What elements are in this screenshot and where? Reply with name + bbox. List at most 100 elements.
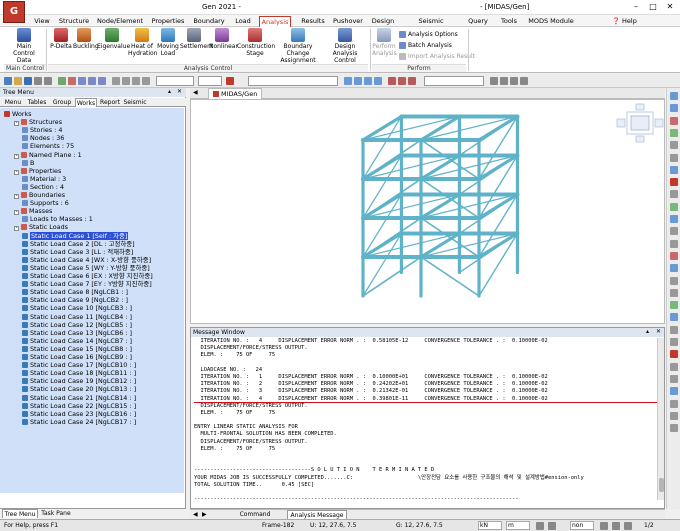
load-case-item[interactable]: Static Load Case 13 [NgLCB6 : ] bbox=[22, 329, 132, 337]
frame-member[interactable] bbox=[361, 192, 404, 220]
display-icon[interactable] bbox=[132, 77, 140, 85]
tab-mods-module[interactable]: MODS Module bbox=[527, 16, 575, 27]
new-file-icon[interactable] bbox=[4, 77, 12, 85]
scroll-thumb[interactable] bbox=[659, 478, 664, 492]
view-tool-icon[interactable] bbox=[670, 116, 678, 125]
view-top-icon[interactable] bbox=[354, 77, 362, 85]
load-case-item[interactable]: Static Load Case 21 [NgLCB14 : ] bbox=[22, 394, 136, 402]
element-icon[interactable] bbox=[122, 77, 130, 85]
batch-analysis-button[interactable]: Batch Analysis bbox=[399, 41, 452, 50]
frame-member[interactable] bbox=[477, 153, 520, 181]
snap-icon[interactable] bbox=[536, 522, 544, 530]
tree-item[interactable]: Supports : 6 bbox=[22, 199, 69, 207]
tab-midas-gen[interactable]: MIDAS/Gen bbox=[208, 88, 263, 99]
frame-member[interactable] bbox=[362, 232, 403, 297]
load-case-item[interactable]: Static Load Case 18 [NgLCB11 : ] bbox=[22, 369, 136, 377]
view-tool-icon[interactable] bbox=[670, 424, 678, 433]
load-case-item[interactable]: Static Load Case 4 [WX : X-방향 풍하중] bbox=[22, 256, 151, 264]
tree-item[interactable]: Nodes : 36 bbox=[22, 134, 64, 142]
tool-icon[interactable] bbox=[520, 77, 528, 85]
tab-tables[interactable]: Tables bbox=[25, 98, 49, 107]
force-unit-select[interactable]: kN bbox=[478, 521, 502, 530]
view-tool-icon[interactable] bbox=[670, 387, 678, 396]
view-side-icon[interactable] bbox=[374, 77, 382, 85]
tab-seismic-evaluation[interactable]: Seismic Evaluation bbox=[402, 16, 460, 35]
view-tool-icon[interactable] bbox=[670, 399, 678, 408]
frame-member[interactable] bbox=[362, 115, 461, 141]
maximize-icon[interactable]: □ bbox=[645, 1, 661, 13]
view-tool-icon[interactable] bbox=[670, 288, 678, 297]
undo-icon[interactable] bbox=[34, 77, 42, 85]
frame-member[interactable] bbox=[361, 114, 404, 142]
construction-stage-button[interactable]: Construction Stage bbox=[237, 28, 275, 57]
view-tool-icon[interactable] bbox=[670, 362, 678, 371]
tab-task-pane[interactable]: Task Pane bbox=[40, 509, 72, 518]
run-icon[interactable] bbox=[226, 77, 234, 85]
frame-member[interactable] bbox=[362, 154, 461, 180]
tree-item[interactable]: - Properties bbox=[14, 167, 61, 175]
tab-design[interactable]: Design bbox=[370, 16, 396, 27]
tree-item[interactable]: Section : 4 bbox=[22, 183, 64, 191]
view-tool-icon[interactable] bbox=[670, 128, 678, 137]
view-tool-icon[interactable] bbox=[670, 276, 678, 285]
tree-item[interactable]: - Named Plane : 1 bbox=[14, 151, 82, 159]
start-page-icon[interactable]: ◀ bbox=[193, 89, 198, 96]
tool-icon[interactable] bbox=[490, 77, 498, 85]
load-case-item[interactable]: Static Load Case 2 [DL : 고정하중] bbox=[22, 240, 135, 248]
tree-item[interactable]: - Boundaries bbox=[14, 191, 65, 199]
unselect-icon[interactable] bbox=[68, 77, 76, 85]
expand-collapse-icon[interactable]: - bbox=[14, 121, 19, 127]
frame-member[interactable] bbox=[362, 154, 403, 219]
tree-item[interactable]: Works bbox=[4, 110, 32, 118]
view-tool-icon[interactable] bbox=[670, 104, 678, 113]
frame-member[interactable] bbox=[362, 193, 403, 258]
tree-item[interactable]: - Static Loads bbox=[14, 223, 68, 232]
nonlinear-button[interactable]: Nonlinear bbox=[209, 28, 238, 50]
tab-nav-left-icon[interactable]: ◀ bbox=[193, 511, 198, 518]
view-tool-icon[interactable] bbox=[670, 178, 678, 187]
toolbar-combo-3[interactable] bbox=[248, 76, 338, 86]
import-analysis-result-button[interactable]: Import Analysis Result bbox=[399, 52, 475, 61]
view-tool-icon[interactable] bbox=[670, 325, 678, 334]
expand-collapse-icon[interactable]: - bbox=[14, 210, 19, 216]
deform-icon[interactable] bbox=[398, 77, 406, 85]
main-control-data-button[interactable]: Main Control Data bbox=[6, 28, 42, 64]
tree-item[interactable]: Stories : 4 bbox=[22, 126, 62, 134]
load-case-item[interactable]: Static Load Case 12 [NgLCB5 : ] bbox=[22, 321, 132, 329]
frame-member[interactable] bbox=[477, 192, 520, 220]
frame-member[interactable] bbox=[478, 115, 519, 180]
view-tool-icon[interactable] bbox=[670, 190, 678, 199]
frame-member[interactable] bbox=[420, 256, 480, 297]
view-tool-icon[interactable] bbox=[670, 202, 678, 211]
view-tool-icon[interactable] bbox=[670, 411, 678, 420]
view-tool-icon[interactable] bbox=[670, 374, 678, 383]
load-case-item[interactable]: Static Load Case 7 [EY : Y방향 지진하중] bbox=[22, 280, 152, 288]
frame-member[interactable] bbox=[420, 115, 519, 141]
load-case-item[interactable]: Static Load Case 19 [NgLCB12 : ] bbox=[22, 377, 136, 385]
frame-member[interactable] bbox=[362, 256, 422, 297]
load-case-item[interactable]: Static Load Case 16 [NgLCB9 : ] bbox=[22, 353, 132, 361]
tree-item[interactable]: B bbox=[22, 159, 34, 167]
load-case-item[interactable]: Static Load Case 5 [WY : Y-방향 풍하중] bbox=[22, 264, 150, 272]
view-tool-icon[interactable] bbox=[670, 313, 678, 322]
load-case-item[interactable]: Static Load Case 22 [NgLCB15 : ] bbox=[22, 402, 136, 410]
moving-load-button[interactable]: Moving Load bbox=[157, 28, 179, 57]
settlement-button[interactable]: Settlement bbox=[180, 28, 213, 50]
view-iso-icon[interactable] bbox=[344, 77, 352, 85]
pan-icon[interactable] bbox=[88, 77, 96, 85]
view-tool-icon[interactable] bbox=[670, 141, 678, 150]
status-tool-icon[interactable] bbox=[612, 522, 620, 530]
tab-view[interactable]: View bbox=[32, 16, 52, 27]
pin-icon[interactable]: ▴ bbox=[168, 88, 171, 95]
close-icon[interactable]: ✕ bbox=[662, 1, 678, 13]
view-tool-icon[interactable] bbox=[670, 227, 678, 236]
pin-icon[interactable]: ▴ bbox=[646, 328, 649, 335]
expand-collapse-icon[interactable]: - bbox=[14, 226, 19, 232]
frame-member[interactable] bbox=[362, 115, 403, 180]
tree-item[interactable]: Loads to Masses : 1 bbox=[22, 215, 93, 223]
tab-results[interactable]: Results bbox=[298, 16, 328, 27]
analysis-options-button[interactable]: Analysis Options bbox=[399, 30, 458, 39]
app-logo-icon[interactable]: G bbox=[3, 1, 25, 23]
view-tool-icon[interactable] bbox=[670, 350, 678, 359]
toolbar-combo-1[interactable] bbox=[156, 76, 194, 86]
